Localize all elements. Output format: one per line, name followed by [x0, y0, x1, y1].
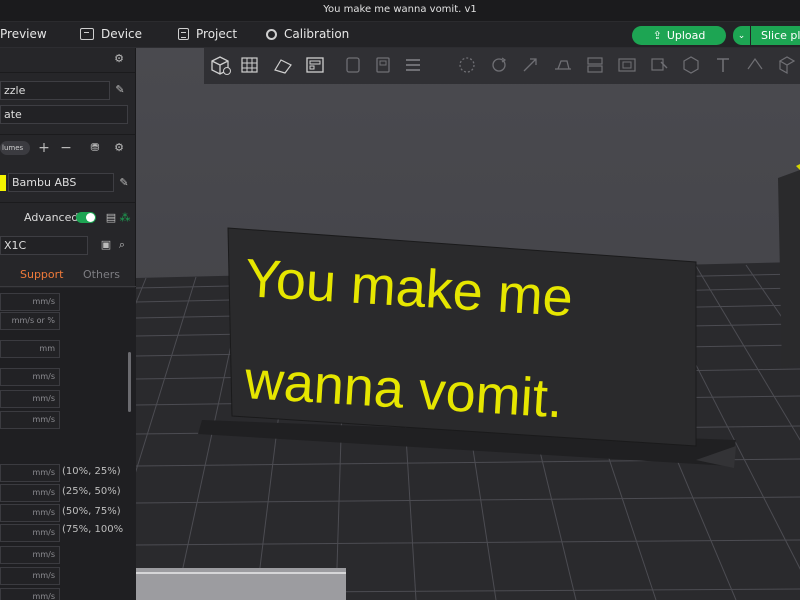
window-title: You make me wanna vomit. v1: [323, 4, 477, 15]
filament-settings-gear-icon[interactable]: ⚙: [113, 142, 125, 154]
title-bar: You make me wanna vomit. v1: [0, 0, 800, 22]
filament-select[interactable]: Bambu ABS: [8, 173, 114, 192]
3d-viewport[interactable]: You make me wanna vomit.: [136, 48, 800, 600]
tab-others[interactable]: Others: [83, 268, 120, 281]
project-label: Project: [196, 27, 238, 41]
move-icon[interactable]: [456, 55, 478, 75]
lay-on-face-icon[interactable]: [552, 55, 574, 75]
add-plate-icon[interactable]: [240, 55, 262, 75]
tab-device[interactable]: Device: [80, 27, 142, 41]
rotate-icon[interactable]: [488, 55, 510, 75]
overhang-range-3: (50%, 75%): [62, 506, 121, 517]
layers-icon[interactable]: [402, 55, 424, 75]
text-tool-icon[interactable]: [712, 55, 734, 75]
tab-preview[interactable]: Preview: [0, 27, 47, 41]
tab-project[interactable]: Project: [178, 27, 237, 41]
arrange-icon[interactable]: [304, 55, 326, 75]
settings-panel: ⚙ zzle ✎ ate lumes + − ⛃ ⚙ Bambu ABS ✎ A…: [0, 48, 136, 600]
device-label: Device: [101, 27, 143, 41]
support-paint-icon[interactable]: [648, 55, 670, 75]
calibration-label: Calibration: [284, 27, 350, 41]
project-icon: [178, 28, 189, 40]
speed-field-4[interactable]: mm/s: [0, 390, 60, 408]
length-field[interactable]: mm: [0, 340, 60, 358]
advanced-label: Advanced: [24, 211, 79, 224]
plate-type-select[interactable]: ate: [0, 105, 128, 124]
edit-nozzle-icon[interactable]: ✎: [114, 84, 126, 96]
auto-orient-icon[interactable]: [272, 55, 294, 75]
speed-field-1[interactable]: mm/s: [0, 293, 60, 311]
slice-dropdown-button[interactable]: ⌄: [733, 26, 750, 45]
overhang-speed-4[interactable]: mm/s: [0, 524, 60, 542]
printer-settings-gear-icon[interactable]: ⚙: [113, 53, 125, 65]
plate-edge-line: [136, 572, 346, 574]
speed-field-5[interactable]: mm/s: [0, 411, 60, 429]
cut-icon[interactable]: [584, 55, 606, 75]
overhang-speed-1[interactable]: mm/s: [0, 464, 60, 482]
seam-paint-icon[interactable]: [680, 55, 702, 75]
overhang-speed-3[interactable]: mm/s: [0, 504, 60, 522]
speed-field-2[interactable]: mm/s or %: [0, 312, 60, 330]
edit-filament-icon[interactable]: ✎: [118, 177, 130, 189]
settings-scrollbar[interactable]: [128, 352, 131, 412]
second-object-highlight: [796, 164, 800, 170]
overhang-speed-2[interactable]: mm/s: [0, 484, 60, 502]
tab-support[interactable]: Support: [20, 268, 63, 281]
add-object-icon[interactable]: [209, 55, 231, 75]
compare-presets-icon[interactable]: ▤: [105, 212, 117, 224]
overhang-range-2: (25%, 50%): [62, 486, 121, 497]
paste-icon[interactable]: [372, 55, 394, 75]
scale-icon[interactable]: [520, 55, 542, 75]
speed-field-3[interactable]: mm/s: [0, 368, 60, 386]
upload-icon: ⇪: [652, 29, 662, 42]
volumes-chip[interactable]: lumes: [0, 141, 30, 155]
speed-field-8[interactable]: mm/s: [0, 588, 60, 600]
tab-calibration[interactable]: Calibration: [266, 27, 349, 41]
assembly-icon[interactable]: [776, 55, 798, 75]
connect-icon[interactable]: ⁂: [119, 212, 131, 224]
search-icon[interactable]: ⌕: [116, 239, 128, 251]
build-plate-scene: You make me wanna vomit.: [136, 164, 800, 600]
filament-color-swatch[interactable]: [0, 175, 6, 191]
device-icon: [80, 28, 94, 40]
overhang-range-1: (10%, 25%): [62, 466, 121, 477]
add-filament-icon[interactable]: +: [38, 141, 50, 155]
viewport-toolbar: [204, 48, 800, 84]
nozzle-select[interactable]: zzle: [0, 81, 110, 100]
calibration-icon: [266, 28, 277, 40]
overhang-range-4: (75%, 100%: [62, 524, 124, 535]
upload-button[interactable]: ⇪ Upload: [632, 26, 726, 45]
speed-field-6[interactable]: mm/s: [0, 546, 60, 564]
process-preset-select[interactable]: X1C: [0, 236, 88, 255]
measure-icon[interactable]: [744, 55, 766, 75]
advanced-toggle[interactable]: [76, 212, 96, 223]
preview-label: Preview: [0, 27, 47, 41]
remove-filament-icon[interactable]: −: [60, 141, 72, 155]
copy-icon[interactable]: [342, 55, 364, 75]
speed-field-7[interactable]: mm/s: [0, 567, 60, 585]
upload-label: Upload: [666, 29, 706, 42]
slice-plate-button[interactable]: Slice pla: [751, 26, 800, 45]
save-preset-icon[interactable]: ▣: [100, 239, 112, 251]
sync-filament-icon[interactable]: ⛃: [89, 142, 101, 154]
boolean-icon[interactable]: [616, 55, 638, 75]
